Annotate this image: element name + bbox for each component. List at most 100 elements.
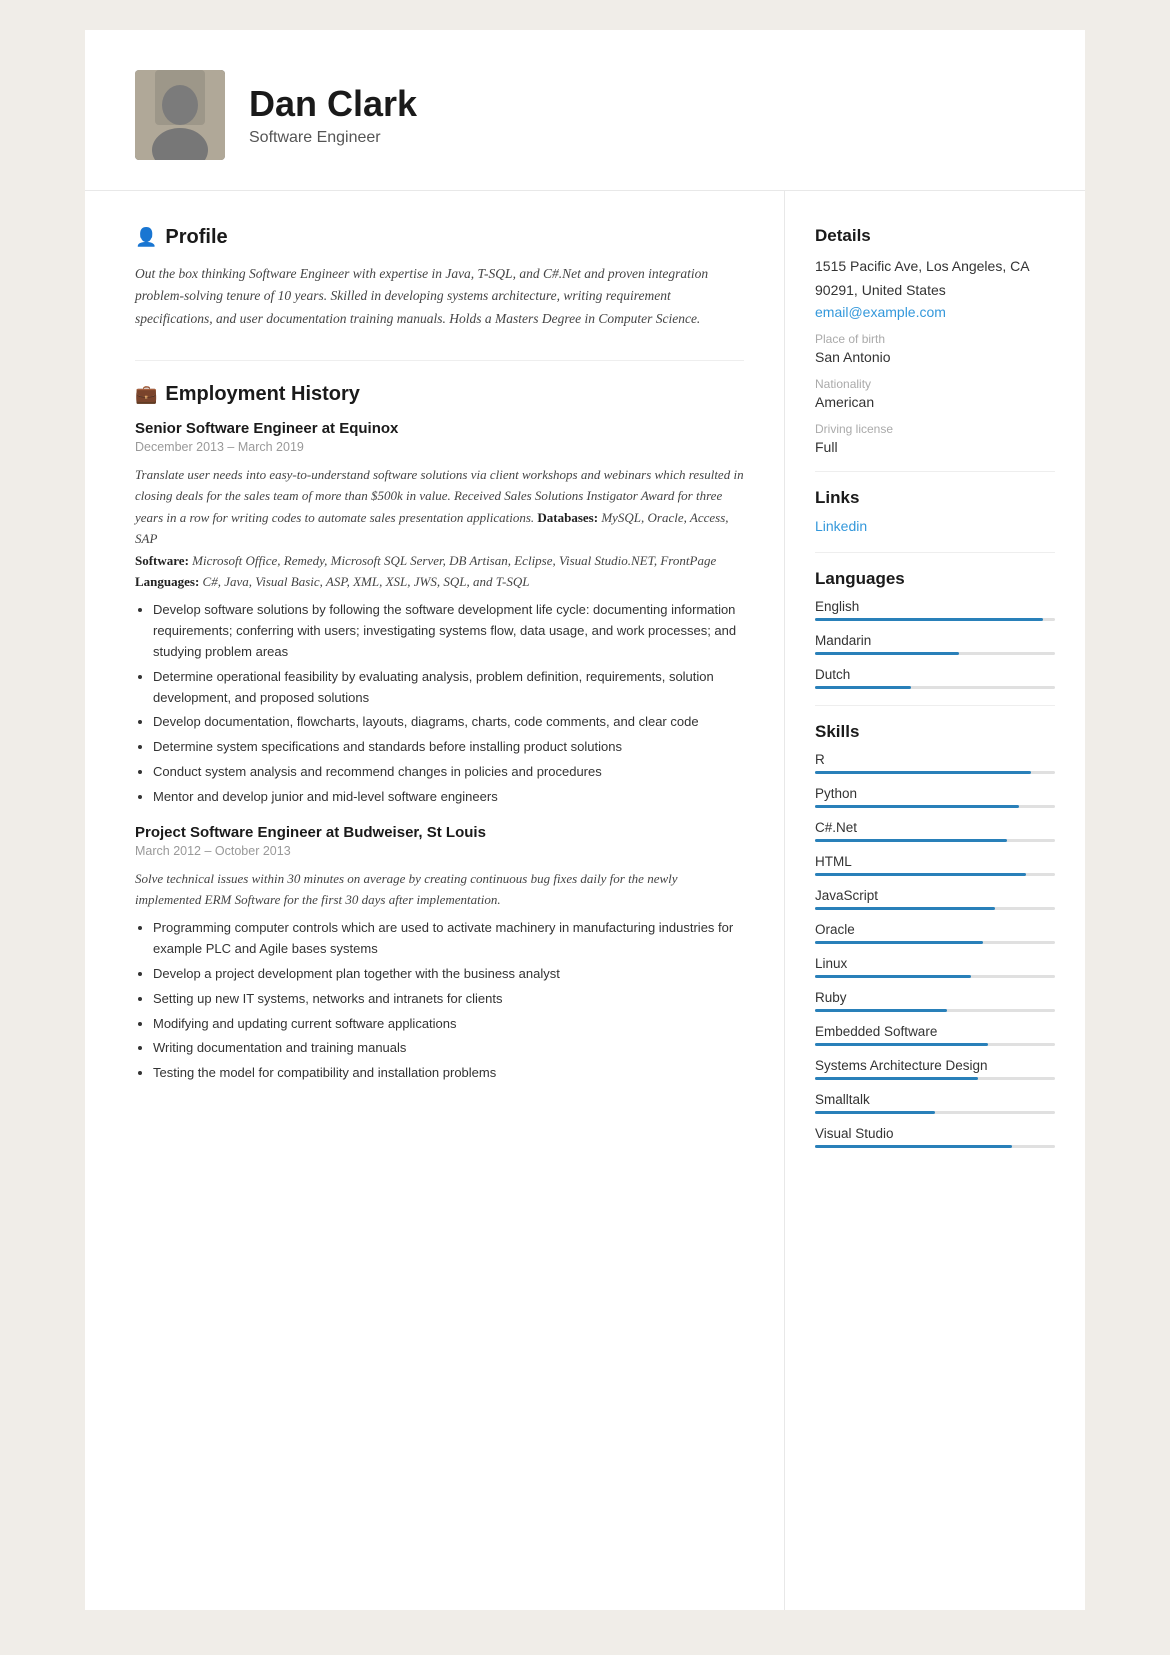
language-name-1: Mandarin (815, 633, 1055, 648)
job-2-desc: Solve technical issues within 30 minutes… (135, 868, 744, 911)
job-2-bullets: Programming computer controls which are … (153, 918, 744, 1084)
links-title: Links (815, 488, 1055, 508)
language-bar-fill-0 (815, 618, 1043, 621)
skill-bar-fill-7 (815, 1009, 947, 1012)
job-2-bullet-6: Testing the model for compatibility and … (153, 1063, 744, 1084)
nationality-value: American (815, 394, 1055, 410)
skill-name-5: Oracle (815, 922, 1055, 937)
job-2-bullet-3: Setting up new IT systems, networks and … (153, 989, 744, 1010)
job-1-bullet-4: Determine system specifications and stan… (153, 737, 744, 758)
job-1-lang-label: Languages: (135, 574, 203, 589)
job-1-bullet-1: Develop software solutions by following … (153, 600, 744, 662)
resume-card: Dan Clark Software Engineer 👤 Profile Ou… (85, 30, 1085, 1610)
skill-bar-bg-2 (815, 839, 1055, 842)
profile-text: Out the box thinking Software Engineer w… (135, 263, 744, 330)
employment-section: 💼 Employment History Senior Software Eng… (135, 383, 744, 1084)
skill-bar-fill-11 (815, 1145, 1012, 1148)
skill-bar-bg-11 (815, 1145, 1055, 1148)
employment-icon: 💼 (135, 384, 157, 405)
language-name-0: English (815, 599, 1055, 614)
job-2-bullet-5: Writing documentation and training manua… (153, 1038, 744, 1059)
skill-name-1: Python (815, 786, 1055, 801)
job-1-bullets: Develop software solutions by following … (153, 600, 744, 807)
skill-bar-bg-1 (815, 805, 1055, 808)
languages-section: Languages English Mandarin Dutch (815, 569, 1055, 689)
skill-item-0: R (815, 752, 1055, 774)
job-1-lang: C#, Java, Visual Basic, ASP, XML, XSL, J… (203, 574, 530, 589)
skill-bar-bg-4 (815, 907, 1055, 910)
details-email[interactable]: email@example.com (815, 304, 1055, 320)
skill-bar-fill-0 (815, 771, 1031, 774)
job-1-db-label: Databases: (537, 510, 601, 525)
employment-section-title: 💼 Employment History (135, 383, 744, 406)
skill-item-10: Smalltalk (815, 1092, 1055, 1114)
skill-item-2: C#.Net (815, 820, 1055, 842)
skill-item-7: Ruby (815, 990, 1055, 1012)
skill-bar-bg-7 (815, 1009, 1055, 1012)
skill-bar-fill-8 (815, 1043, 988, 1046)
skill-bar-fill-3 (815, 873, 1026, 876)
skill-item-9: Systems Architecture Design (815, 1058, 1055, 1080)
skill-name-3: HTML (815, 854, 1055, 869)
skill-bar-bg-0 (815, 771, 1055, 774)
skill-item-8: Embedded Software (815, 1024, 1055, 1046)
skills-title: Skills (815, 722, 1055, 742)
linkedin-link[interactable]: Linkedin (815, 518, 867, 534)
details-section: Details 1515 Pacific Ave, Los Angeles, C… (815, 226, 1055, 455)
skill-name-8: Embedded Software (815, 1024, 1055, 1039)
languages-title: Languages (815, 569, 1055, 589)
skill-name-0: R (815, 752, 1055, 767)
profile-icon: 👤 (135, 227, 157, 248)
skill-bar-fill-4 (815, 907, 995, 910)
job-2-dates: March 2012 – October 2013 (135, 844, 744, 858)
avatar (135, 70, 225, 160)
skill-bar-fill-10 (815, 1111, 935, 1114)
job-2-title: Project Software Engineer at Budweiser, … (135, 824, 744, 841)
header-section: Dan Clark Software Engineer (85, 30, 1085, 191)
job-1-title: Senior Software Engineer at Equinox (135, 420, 744, 437)
right-column: Details 1515 Pacific Ave, Los Angeles, C… (785, 191, 1085, 1610)
skill-bar-bg-10 (815, 1111, 1055, 1114)
details-address2: 90291, United States (815, 280, 1055, 301)
skill-item-4: JavaScript (815, 888, 1055, 910)
job-2-bullet-4: Modifying and updating current software … (153, 1014, 744, 1035)
skill-name-6: Linux (815, 956, 1055, 971)
skill-bar-bg-3 (815, 873, 1055, 876)
skill-item-11: Visual Studio (815, 1126, 1055, 1148)
driving-license-value: Full (815, 439, 1055, 455)
skill-bar-bg-8 (815, 1043, 1055, 1046)
job-1-bullet-6: Mentor and develop junior and mid-level … (153, 787, 744, 808)
links-section: Links Linkedin (815, 488, 1055, 536)
job-1-desc: Translate user needs into easy-to-unders… (135, 464, 744, 593)
skill-bar-fill-9 (815, 1077, 978, 1080)
profile-section: 👤 Profile Out the box thinking Software … (135, 226, 744, 330)
skill-bar-bg-6 (815, 975, 1055, 978)
main-content: 👤 Profile Out the box thinking Software … (85, 191, 1085, 1610)
skill-bar-fill-2 (815, 839, 1007, 842)
job-1-dates: December 2013 – March 2019 (135, 440, 744, 454)
language-item-2: Dutch (815, 667, 1055, 689)
skill-bar-fill-6 (815, 975, 971, 978)
language-bar-bg-2 (815, 686, 1055, 689)
skill-bar-bg-9 (815, 1077, 1055, 1080)
skill-item-5: Oracle (815, 922, 1055, 944)
language-item-0: English (815, 599, 1055, 621)
skill-name-7: Ruby (815, 990, 1055, 1005)
skill-name-2: C#.Net (815, 820, 1055, 835)
job-1-bullet-3: Develop documentation, flowcharts, layou… (153, 712, 744, 733)
candidate-title: Software Engineer (249, 129, 417, 147)
language-bar-fill-2 (815, 686, 911, 689)
job-1: Senior Software Engineer at Equinox Dece… (135, 420, 744, 808)
left-column: 👤 Profile Out the box thinking Software … (85, 191, 785, 1610)
skill-name-10: Smalltalk (815, 1092, 1055, 1107)
skill-name-9: Systems Architecture Design (815, 1058, 1055, 1073)
skill-item-6: Linux (815, 956, 1055, 978)
skill-item-1: Python (815, 786, 1055, 808)
job-2-bullet-2: Develop a project development plan toget… (153, 964, 744, 985)
driving-license-label: Driving license (815, 422, 1055, 436)
job-2-bullet-1: Programming computer controls which are … (153, 918, 744, 960)
language-name-2: Dutch (815, 667, 1055, 682)
skills-section: Skills R Python C#.Net HTML (815, 722, 1055, 1148)
language-bar-bg-1 (815, 652, 1055, 655)
place-of-birth-label: Place of birth (815, 332, 1055, 346)
